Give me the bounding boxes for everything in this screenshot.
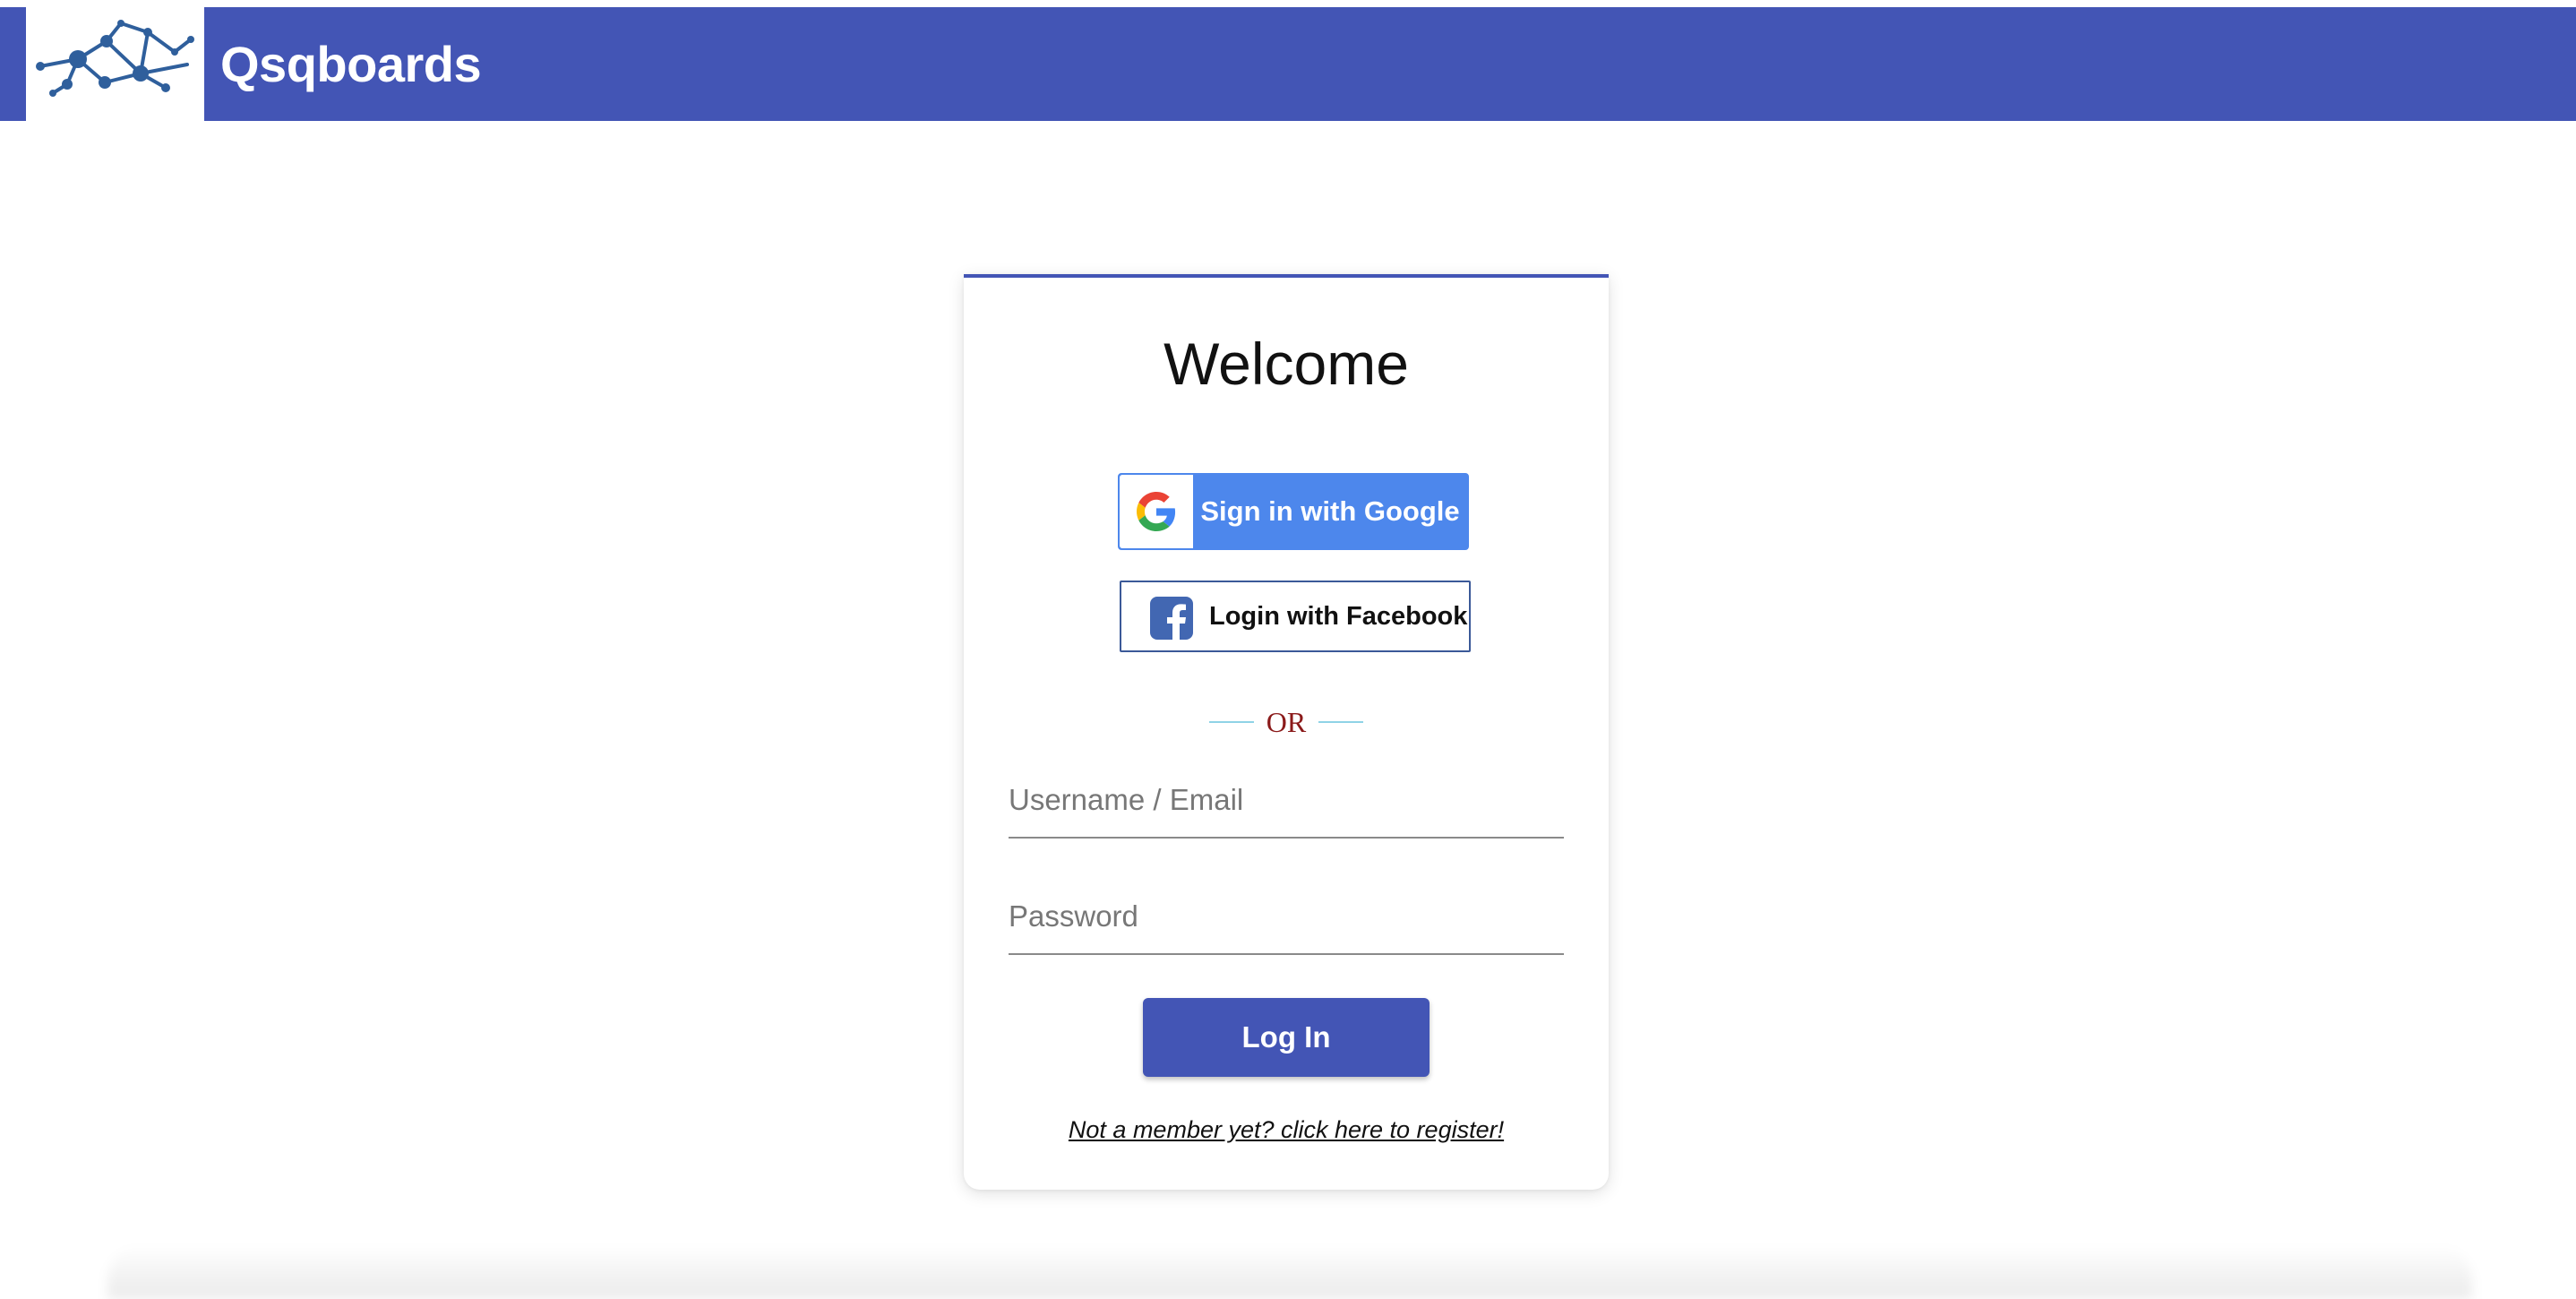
- facebook-login-label: Login with Facebook: [1209, 602, 1468, 631]
- login-card: Welcome Sign in with Google Login with F…: [964, 274, 1609, 1190]
- google-signin-button[interactable]: Sign in with Google: [1118, 473, 1469, 550]
- welcome-title: Welcome: [1163, 331, 1409, 397]
- facebook-login-button[interactable]: Login with Facebook: [1120, 581, 1471, 652]
- or-divider: OR: [964, 704, 1609, 740]
- network-graph-logo-icon: [36, 20, 194, 97]
- logo[interactable]: [26, 7, 204, 121]
- divider-line-right: [1318, 721, 1364, 723]
- or-text: OR: [1266, 705, 1307, 738]
- bottom-shadow: [107, 1245, 2472, 1299]
- top-app-bar: Qsqboards: [0, 7, 2576, 121]
- register-link[interactable]: Not a member yet? click here to register…: [964, 1116, 1609, 1144]
- facebook-icon: [1150, 597, 1193, 640]
- google-signin-label: Sign in with Google: [1200, 495, 1460, 527]
- password-input[interactable]: [1009, 887, 1564, 955]
- login-button[interactable]: Log In: [1143, 998, 1430, 1077]
- divider-line-left: [1208, 721, 1254, 723]
- google-icon: [1120, 475, 1193, 548]
- username-email-input[interactable]: [1009, 770, 1564, 839]
- brand-title[interactable]: Qsqboards: [220, 7, 482, 121]
